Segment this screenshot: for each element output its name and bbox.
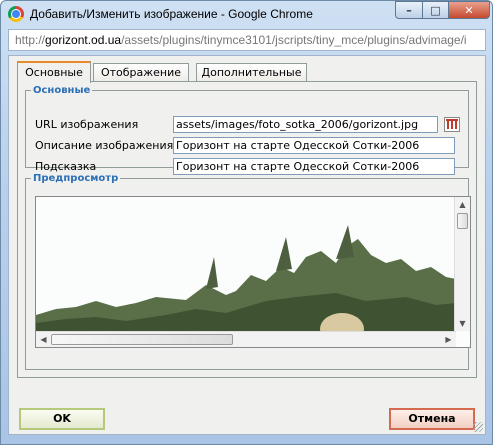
vertical-scrollbar[interactable]: ▲ ▼	[454, 197, 470, 331]
window-title: Добавить/Изменить изображение - Google C…	[30, 7, 313, 21]
image-description-input[interactable]: Горизонт на старте Одесской Сотки-2006	[173, 137, 455, 154]
title-bar[interactable]: Добавить/Изменить изображение - Google C…	[1, 1, 492, 27]
url-scheme: http://	[15, 33, 46, 47]
tab-appearance[interactable]: Отображение	[93, 63, 189, 82]
preview-frame[interactable]: ▲ ▼ ◀ ▶	[35, 196, 471, 348]
tab-general[interactable]: Основные	[17, 61, 91, 83]
resize-grip-icon[interactable]	[473, 422, 483, 432]
browser-popup-window: Добавить/Изменить изображение - Google C…	[0, 0, 493, 445]
maximize-button[interactable]: □	[422, 1, 449, 19]
address-bar[interactable]: http://gorizont.od.ua/assets/plugins/tin…	[8, 29, 486, 51]
horizontal-scrollbar[interactable]: ◀ ▶	[36, 331, 456, 347]
url-path: /assets/plugins/tinymce3101/jscripts/tin…	[121, 33, 467, 47]
vertical-scroll-thumb[interactable]	[457, 213, 468, 229]
scroll-up-icon[interactable]: ▲	[455, 197, 470, 212]
scroll-right-icon[interactable]: ▶	[441, 332, 456, 347]
scroll-down-icon[interactable]: ▼	[455, 316, 470, 331]
tab-advanced[interactable]: Дополнительные	[196, 63, 307, 82]
url-host: gorizont.od.ua	[45, 33, 122, 47]
chrome-icon	[8, 6, 24, 22]
preview-image	[36, 197, 470, 347]
scroll-left-icon[interactable]: ◀	[36, 332, 51, 347]
dialog-content: Основные Отображение Дополнительные Осно…	[8, 55, 486, 435]
minimize-button[interactable]: –	[395, 1, 423, 19]
horizontal-scroll-thumb[interactable]	[51, 334, 233, 345]
ok-button[interactable]: OK	[19, 408, 105, 430]
general-legend: Основные	[33, 85, 91, 96]
url-label: URL изображения	[35, 118, 139, 131]
close-button[interactable]: ✕	[448, 1, 490, 19]
tab-panel-general: Основные URL изображения assets/images/f…	[17, 81, 477, 378]
cancel-button[interactable]: Отмена	[389, 408, 475, 430]
title-label: Подсказка	[35, 160, 97, 173]
browse-icon[interactable]	[444, 117, 460, 132]
preview-legend: Предпросмотр	[33, 173, 119, 184]
description-label: Описание изображения	[35, 139, 174, 152]
image-url-input[interactable]: assets/images/foto_sotka_2006/gorizont.j…	[173, 116, 438, 133]
preview-fieldset: Предпросмотр ▲ ▼ ◀ ▶	[25, 173, 471, 370]
general-fieldset: Основные URL изображения assets/images/f…	[25, 85, 469, 175]
